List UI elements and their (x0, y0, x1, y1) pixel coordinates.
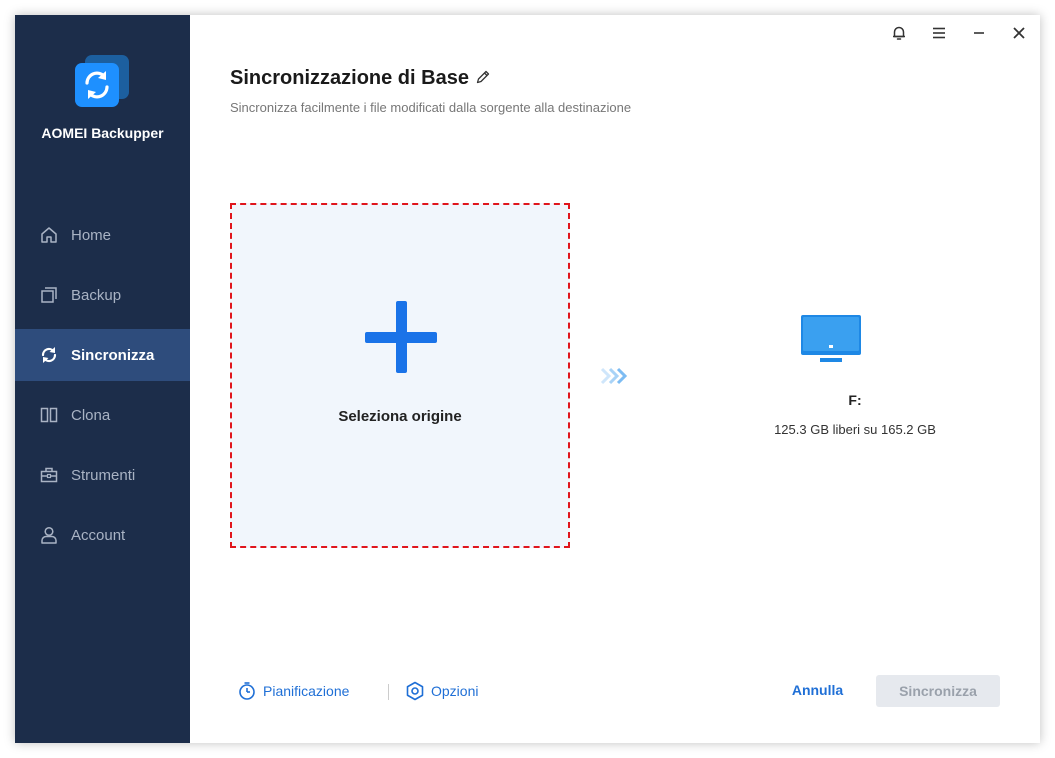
cancel-button[interactable]: Annulla (780, 682, 855, 702)
sidebar-item-strumenti[interactable]: Strumenti (15, 449, 190, 501)
minimize-button[interactable] (969, 25, 989, 45)
sidebar-item-account[interactable]: Account (15, 509, 190, 561)
edit-task-name-button[interactable] (474, 68, 492, 86)
schedule-button[interactable]: Pianificazione (237, 679, 349, 703)
aomei-logo-icon (73, 53, 131, 111)
app-window: AOMEI Backupper Home Backup Sincronizza … (15, 15, 1040, 743)
options-button[interactable]: Opzioni (405, 679, 478, 703)
page-subtitle: Sincronizza facilmente i file modificati… (230, 100, 632, 115)
hamburger-menu-icon (930, 24, 948, 47)
settings-hexagon-icon (405, 681, 425, 701)
stopwatch-icon (237, 681, 257, 701)
bell-icon (890, 24, 908, 47)
sync-icon (39, 345, 59, 365)
destination-free-space: 125.3 GB liberi su 165.2 GB (774, 422, 936, 437)
tools-icon (39, 465, 59, 485)
sidebar-item-clona[interactable]: Clona (15, 389, 190, 441)
sidebar-item-label: Clona (71, 406, 111, 424)
sidebar: AOMEI Backupper Home Backup Sincronizza … (15, 15, 190, 743)
sidebar-item-label: Sincronizza (71, 346, 155, 364)
start-sync-button[interactable]: Sincronizza (876, 675, 1000, 707)
select-source-label: Seleziona origine (338, 408, 462, 425)
page-title: Sincronizzazione di Base (230, 67, 469, 89)
plus-icon-horizontal (365, 332, 437, 343)
options-label: Opzioni (431, 683, 479, 699)
sidebar-item-backup[interactable]: Backup (15, 269, 190, 321)
pencil-icon (474, 70, 492, 90)
account-icon (39, 525, 59, 545)
sidebar-item-label: Account (71, 526, 126, 544)
chevron-right-arrow-icon (600, 367, 636, 385)
sidebar-item-sincronizza[interactable]: Sincronizza (15, 329, 190, 381)
footer-divider (388, 684, 389, 700)
minimize-icon (970, 24, 988, 47)
schedule-label: Pianificazione (263, 683, 350, 699)
menu-button[interactable] (929, 25, 949, 45)
home-icon (39, 225, 59, 245)
sidebar-item-label: Home (71, 226, 112, 244)
destination-drive[interactable]: F: 125.3 GB liberi su 165.2 GB (730, 310, 980, 450)
sidebar-item-home[interactable]: Home (15, 209, 190, 261)
app-name: AOMEI Backupper (41, 125, 164, 141)
destination-drive-letter: F: (848, 392, 862, 408)
sidebar-item-label: Strumenti (71, 466, 136, 484)
sidebar-item-label: Backup (71, 286, 122, 304)
close-icon (1010, 24, 1028, 47)
main-panel: Sincronizzazione di Base Sincronizza fac… (190, 15, 1040, 743)
monitor-icon (800, 314, 862, 364)
clone-icon (39, 405, 59, 425)
close-button[interactable] (1009, 25, 1029, 45)
backup-icon (39, 285, 59, 305)
notification-bell-button[interactable] (889, 25, 909, 45)
select-source-box[interactable]: Seleziona origine (230, 203, 570, 548)
